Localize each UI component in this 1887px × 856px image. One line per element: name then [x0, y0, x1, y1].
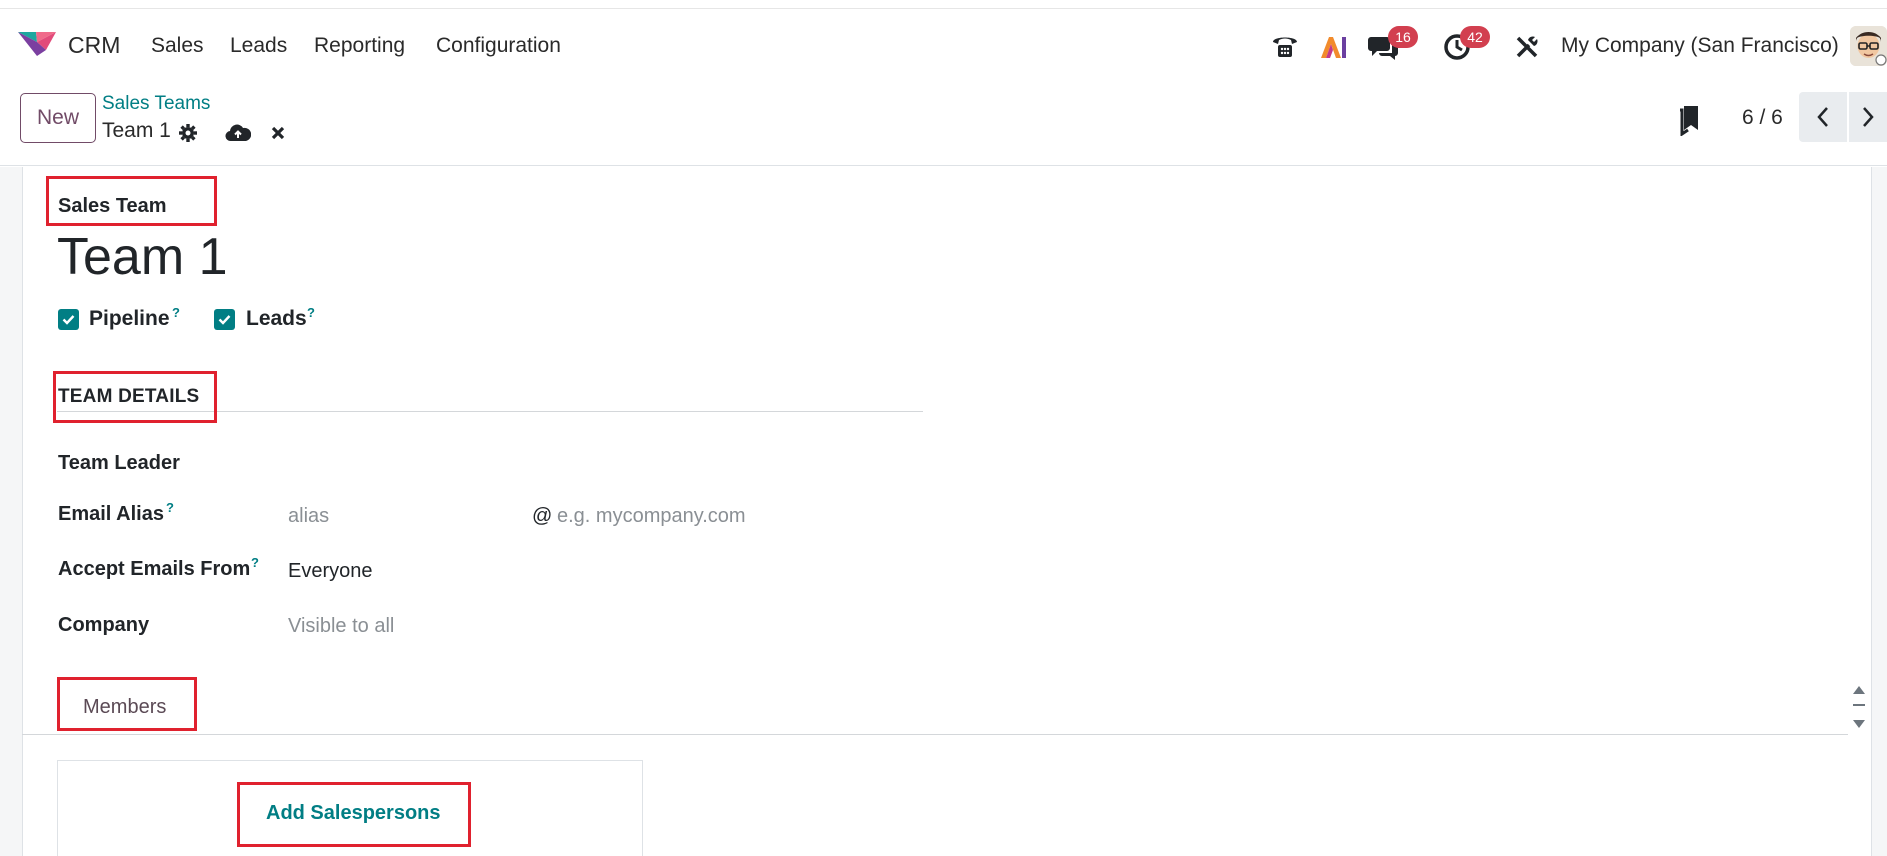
pipeline-label: Pipeline	[89, 307, 170, 330]
team-leader-label: Team Leader	[58, 452, 180, 474]
highlight-box-overline	[46, 176, 217, 226]
check-icon	[218, 315, 231, 325]
pager-previous-button[interactable]	[1799, 92, 1847, 142]
team-name-field[interactable]: Team 1	[57, 227, 228, 287]
bookmark-icon[interactable]	[1678, 104, 1702, 136]
email-alias-label: Email Alias	[58, 503, 164, 525]
sheet-gutter-left	[0, 167, 22, 856]
highlight-box-add-salespersons	[237, 782, 471, 847]
top-border	[0, 0, 1887, 9]
sheet-gutter-right	[1872, 167, 1887, 856]
app-name[interactable]: CRM	[68, 32, 120, 59]
company-input[interactable]: Visible to all	[288, 615, 394, 638]
breadcrumb-current-record: Team 1	[102, 119, 171, 142]
company-switcher[interactable]: My Company (San Francisco)	[1561, 34, 1839, 58]
main-navbar: CRM Sales Leads Reporting Configuration …	[0, 10, 1887, 80]
leads-label: Leads	[246, 307, 307, 330]
menu-configuration[interactable]: Configuration	[436, 34, 561, 58]
alias-at-sign: @	[532, 505, 553, 527]
scroll-arrows[interactable]	[1851, 682, 1867, 732]
phone-icon[interactable]	[1268, 30, 1302, 64]
crm-logo-icon[interactable]	[16, 28, 58, 58]
breadcrumb-sales-teams[interactable]: Sales Teams	[102, 93, 210, 115]
tab-divider	[22, 734, 1848, 735]
debug-tools-icon[interactable]	[1510, 30, 1544, 64]
leads-checkbox[interactable]	[214, 309, 235, 330]
pipeline-checkbox[interactable]	[58, 309, 79, 330]
accept-emails-from-label: Accept Emails From	[58, 558, 251, 580]
messages-count-badge: 16	[1388, 26, 1418, 48]
new-button[interactable]: New	[20, 93, 96, 143]
pager-next-button[interactable]	[1849, 92, 1887, 142]
check-icon	[62, 315, 75, 325]
pager-value[interactable]: 6 / 6	[1742, 106, 1783, 130]
menu-sales[interactable]: Sales	[151, 34, 204, 58]
menu-reporting[interactable]: Reporting	[314, 34, 405, 58]
chevron-right-icon	[1863, 107, 1874, 127]
user-avatar[interactable]	[1850, 26, 1887, 66]
pipeline-help-icon[interactable]: ?	[172, 305, 180, 320]
menu-leads[interactable]: Leads	[230, 34, 287, 58]
ai-icon[interactable]	[1317, 30, 1351, 64]
accept-emails-select[interactable]: Everyone	[288, 560, 373, 583]
activities-count-badge: 42	[1460, 26, 1490, 48]
email-alias-help-icon[interactable]: ?	[166, 500, 174, 515]
save-cloud-icon[interactable]	[225, 120, 251, 146]
leads-help-icon[interactable]: ?	[307, 305, 315, 320]
alias-domain-input[interactable]: e.g. mycompany.com	[557, 505, 746, 528]
alias-input[interactable]: alias	[288, 505, 329, 528]
highlight-box-section	[53, 371, 217, 423]
highlight-box-members-tab	[57, 677, 197, 731]
control-panel: New Sales Teams Team 1 6 / 6	[0, 80, 1887, 166]
discard-close-icon[interactable]	[265, 120, 291, 146]
company-label: Company	[58, 614, 150, 636]
gear-icon[interactable]	[175, 120, 201, 146]
accept-emails-help-icon[interactable]: ?	[251, 555, 259, 570]
chevron-left-icon	[1817, 107, 1828, 127]
